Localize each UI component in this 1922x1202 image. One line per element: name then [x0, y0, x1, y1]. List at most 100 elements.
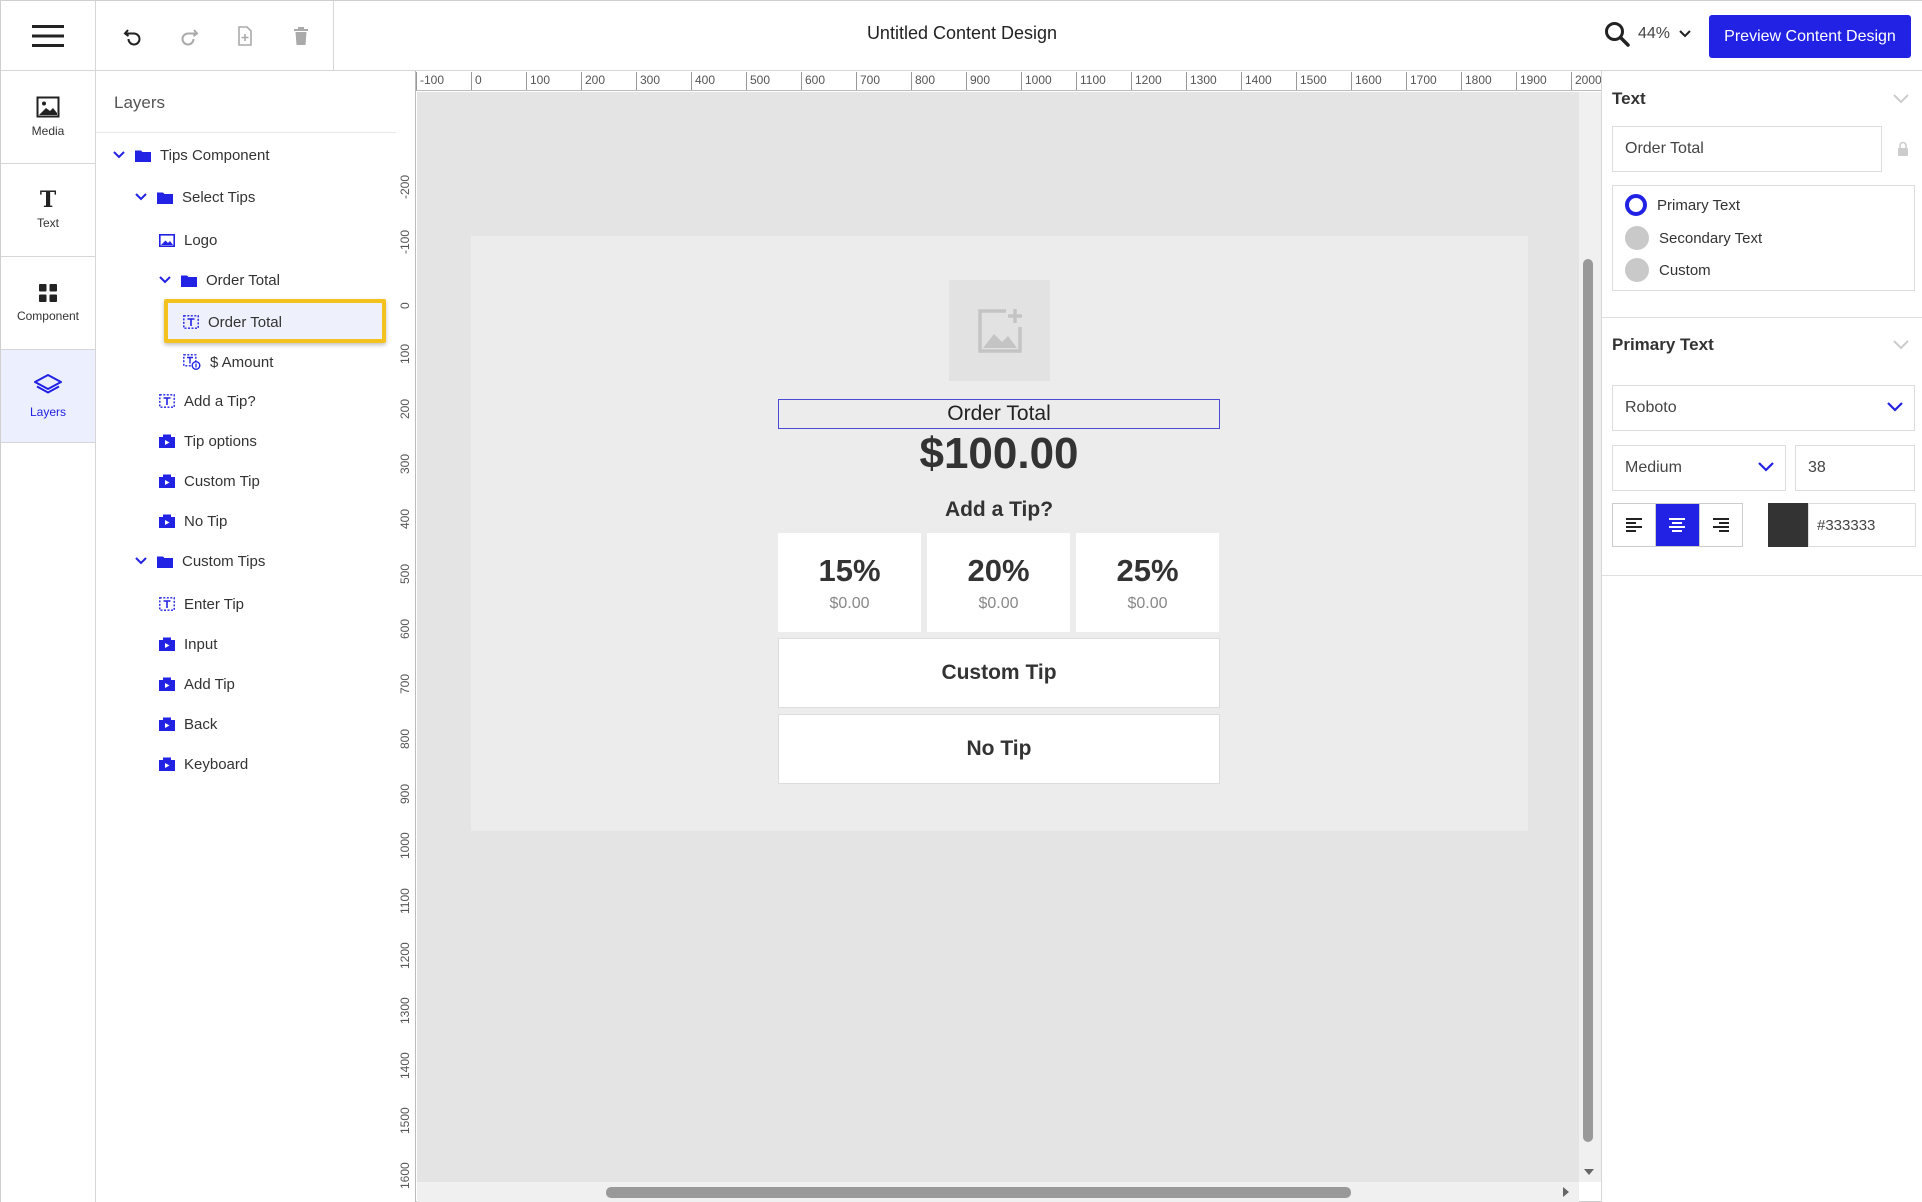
artboard[interactable]: Order Total $100.00 Add a Tip? 15% $0.00…: [471, 236, 1528, 831]
align-left-button[interactable]: [1613, 504, 1657, 546]
ruler-label: 500: [746, 72, 770, 90]
folder-icon: [181, 275, 197, 287]
layer-label: Select Tips: [182, 188, 256, 206]
font-size-input[interactable]: 38: [1795, 445, 1915, 491]
font-family-select[interactable]: Roboto: [1612, 385, 1915, 431]
layer-row[interactable]: Back: [159, 709, 217, 739]
style-option-primary[interactable]: Primary Text: [1625, 194, 1740, 216]
tip-percent: 20%: [967, 552, 1030, 588]
chevron-down-icon: [113, 151, 125, 159]
color-swatch[interactable]: [1768, 503, 1808, 547]
ruler-label: -200: [398, 174, 412, 199]
ruler-label: 100: [526, 72, 550, 90]
text-content-input[interactable]: Order Total: [1612, 126, 1882, 172]
component-icon: [39, 284, 57, 302]
layer-label: No Tip: [184, 512, 228, 530]
chevron-down-icon[interactable]: [1890, 333, 1912, 355]
text-style-options: Primary Text Secondary Text Custom: [1612, 185, 1915, 291]
horizontal-scroll-thumb[interactable]: [606, 1187, 1351, 1198]
radio-selected-icon: [1625, 194, 1647, 216]
component-box-icon: [159, 637, 175, 651]
layer-row[interactable]: Add Tip: [159, 669, 235, 699]
order-amount[interactable]: $100.00: [778, 429, 1220, 479]
layer-row[interactable]: Enter Tip: [159, 589, 244, 619]
tip-percent: 25%: [1116, 552, 1179, 588]
text-field-icon: [159, 597, 175, 611]
align-right-button[interactable]: [1700, 504, 1742, 546]
rail-item-text[interactable]: T Text: [1, 164, 95, 257]
layer-row[interactable]: Order Total: [158, 265, 280, 295]
tip-option-15[interactable]: 15% $0.00: [778, 533, 921, 632]
canvas-workspace[interactable]: Order Total $100.00 Add a Tip? 15% $0.00…: [417, 92, 1579, 1182]
text-section-title: Text: [1612, 89, 1646, 108]
delete-button[interactable]: [284, 19, 318, 53]
radio-unselected-icon: [1625, 226, 1649, 250]
layer-row[interactable]: Logo: [159, 225, 217, 255]
tip-option-25[interactable]: 25% $0.00: [1076, 533, 1219, 632]
scroll-right-arrow-icon[interactable]: [1561, 1186, 1571, 1198]
order-total-label[interactable]: Order Total: [778, 399, 1220, 429]
undo-icon: [123, 29, 141, 46]
scroll-down-arrow-icon[interactable]: [1583, 1167, 1595, 1177]
align-center-button[interactable]: [1656, 504, 1700, 546]
rail-item-layers[interactable]: Layers: [1, 350, 95, 443]
layer-row[interactable]: Select Tips: [134, 182, 255, 212]
layer-row[interactable]: Input: [159, 629, 217, 659]
preview-button[interactable]: Preview Content Design: [1709, 15, 1911, 58]
component-box-icon: [159, 474, 175, 488]
image-icon: [36, 96, 60, 118]
zoom-control[interactable]: 44%: [1604, 21, 1692, 47]
rail-label-media: Media: [31, 124, 65, 138]
tip-percent: 15%: [818, 552, 881, 588]
ruler-label: 700: [398, 673, 412, 694]
color-hex-input[interactable]: #333333: [1808, 503, 1916, 547]
custom-tip-button[interactable]: Custom Tip: [778, 638, 1220, 708]
ruler-label: 100: [398, 343, 412, 364]
no-tip-button[interactable]: No Tip: [778, 714, 1220, 784]
layer-row[interactable]: Keyboard: [159, 749, 248, 779]
layer-row[interactable]: Tips Component: [112, 140, 270, 170]
ruler-label: 900: [966, 72, 990, 90]
vertical-ruler: -200 -100 0 100 200 300 400 500 600 700 …: [396, 71, 416, 1202]
font-size-value: 38: [1808, 459, 1826, 476]
chevron-down-icon: [135, 193, 147, 201]
chevron-down-icon[interactable]: [1890, 87, 1912, 109]
layer-label: Add Tip: [184, 675, 235, 693]
ruler-label: 300: [636, 72, 660, 90]
font-weight-select[interactable]: Medium: [1612, 445, 1786, 491]
ruler-label: 2000: [1571, 72, 1601, 90]
duplicate-button[interactable]: [228, 19, 262, 53]
ruler-label: 1200: [1131, 72, 1162, 90]
component-box-icon: [159, 757, 175, 771]
layer-row[interactable]: $ Amount: [183, 347, 273, 377]
layer-row[interactable]: Custom Tips: [134, 546, 265, 576]
vertical-scroll-thumb[interactable]: [1583, 259, 1593, 1142]
menu-button[interactable]: [1, 1, 96, 71]
undo-button[interactable]: [116, 19, 150, 53]
layer-row-selected[interactable]: Order Total: [183, 307, 282, 337]
properties-panel: Text Order Total Primary Text Secondary …: [1601, 71, 1922, 1202]
style-option-custom[interactable]: Custom: [1625, 258, 1711, 282]
radio-unselected-icon: [1625, 258, 1649, 282]
redo-button[interactable]: [172, 19, 206, 53]
ruler-label: 1900: [1516, 72, 1547, 90]
text-align-group: [1612, 503, 1743, 547]
lock-icon[interactable]: [1897, 141, 1909, 157]
search-icon: [1605, 22, 1630, 47]
tip-option-20[interactable]: 20% $0.00: [927, 533, 1070, 632]
layer-label: Add a Tip?: [184, 392, 256, 410]
layer-row[interactable]: Custom Tip: [159, 466, 260, 496]
rail-item-media[interactable]: Media: [1, 71, 95, 164]
logo-placeholder[interactable]: [949, 280, 1050, 381]
zoom-level: 44%: [1638, 25, 1671, 42]
layer-row[interactable]: Add a Tip?: [159, 386, 256, 416]
layer-row[interactable]: Tip options: [159, 426, 257, 456]
rail-item-component[interactable]: Component: [1, 257, 95, 350]
chevron-down-icon: [135, 557, 147, 565]
add-tip-heading[interactable]: Add a Tip?: [778, 498, 1220, 522]
duplicate-icon: [238, 26, 252, 46]
layer-row[interactable]: No Tip: [159, 506, 227, 536]
style-option-secondary[interactable]: Secondary Text: [1625, 226, 1762, 250]
component-box-icon: [159, 514, 175, 528]
redo-icon: [181, 29, 199, 46]
